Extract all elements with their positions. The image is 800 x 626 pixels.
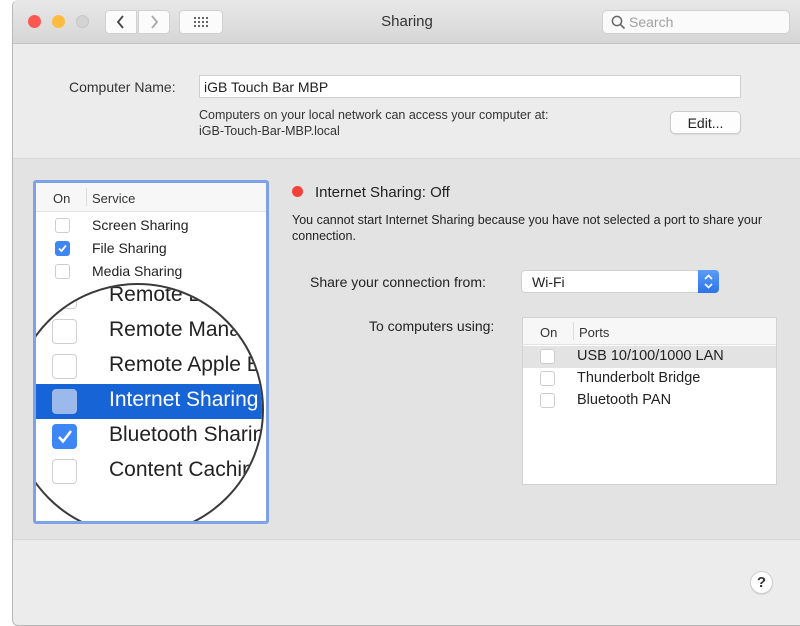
status-indicator-icon (292, 186, 303, 197)
service-checkbox[interactable] (55, 218, 70, 233)
computer-name-label: Computer Name: (69, 79, 176, 95)
service-row-media-sharing[interactable]: Media Sharing (36, 260, 266, 283)
column-header-on[interactable]: On (53, 191, 70, 206)
service-checkbox-checked[interactable] (52, 424, 77, 449)
service-row-remote-management[interactable]: Remote Management (36, 314, 264, 349)
sharing-window: Sharing Computer Name: Computers on your… (12, 0, 800, 626)
column-header-service[interactable]: Service (92, 191, 135, 206)
service-checkbox[interactable] (52, 459, 77, 484)
local-address-description: Computers on your local network can acce… (199, 107, 548, 139)
column-header-on[interactable]: On (540, 325, 557, 340)
service-label: Remote Apple Events (109, 353, 262, 376)
service-checkbox[interactable] (52, 319, 77, 344)
share-from-select[interactable]: Wi-Fi (521, 270, 719, 293)
service-checkbox-checked[interactable] (55, 241, 70, 256)
port-checkbox[interactable] (540, 393, 555, 408)
edit-button[interactable]: Edit... (670, 111, 741, 134)
search-field[interactable] (602, 10, 790, 34)
search-input[interactable] (629, 13, 779, 31)
service-checkbox[interactable] (52, 285, 77, 309)
port-label: USB 10/100/1000 LAN (577, 348, 724, 364)
port-row-bluetooth-pan[interactable]: Bluetooth PAN (523, 390, 776, 412)
service-label: Internet Sharing (109, 388, 259, 411)
service-checkbox[interactable] (55, 264, 70, 279)
service-row-remote-login[interactable]: Remote Login (36, 283, 262, 314)
help-button[interactable]: ? (750, 571, 773, 594)
port-checkbox[interactable] (540, 371, 555, 386)
checkmark-icon (58, 244, 67, 253)
magnifier-overlay: Remote Login Remote Management Remote Ap… (36, 283, 264, 521)
service-row-bluetooth-sharing[interactable]: Bluetooth Sharing (36, 419, 264, 454)
port-label: Bluetooth PAN (577, 392, 672, 408)
service-row-remote-apple-events[interactable]: Remote Apple Events (36, 349, 262, 384)
service-label: Content Caching (109, 458, 264, 481)
status-description: You cannot start Internet Sharing becaus… (292, 213, 762, 243)
to-computers-label: To computers using: (369, 318, 495, 334)
search-icon (611, 15, 626, 30)
column-header-ports[interactable]: Ports (579, 325, 609, 340)
checkmark-icon (58, 430, 73, 444)
port-checkbox[interactable] (540, 349, 555, 364)
service-label: Media Sharing (92, 263, 183, 279)
service-label: File Sharing (92, 240, 167, 256)
service-label: Remote Login (109, 283, 240, 306)
service-checkbox[interactable] (52, 389, 77, 414)
up-down-chevron-icon (704, 274, 713, 289)
service-label: Screen Sharing (92, 217, 189, 233)
title-bar: Sharing (13, 0, 800, 44)
port-row-thunderbolt-bridge[interactable]: Thunderbolt Bridge (523, 368, 776, 390)
service-label: Bluetooth Sharing (109, 423, 264, 446)
service-label: Remote Management (109, 318, 264, 341)
service-status: Internet Sharing: Off (315, 184, 450, 201)
port-label: Thunderbolt Bridge (577, 370, 701, 386)
local-address-text: Computers on your local network can acce… (199, 108, 549, 122)
share-from-value: Wi-Fi (532, 274, 565, 290)
ports-list[interactable]: On Ports USB 10/100/1000 LAN Thunderbolt… (522, 317, 777, 485)
service-checkbox[interactable] (52, 354, 77, 379)
ports-list-header: On Ports (523, 318, 776, 345)
column-divider (86, 188, 87, 206)
select-stepper[interactable] (698, 270, 719, 293)
computer-name-input[interactable] (199, 75, 741, 98)
service-list-header: On Service (36, 183, 266, 212)
column-divider (573, 322, 574, 340)
service-list[interactable]: On Service Screen Sharing File Sharing M… (33, 180, 269, 524)
service-row-file-sharing[interactable]: File Sharing (36, 237, 266, 260)
share-from-label: Share your connection from: (310, 274, 486, 290)
service-row-internet-sharing[interactable]: Internet Sharing (36, 384, 262, 419)
port-row-usb-lan[interactable]: USB 10/100/1000 LAN (523, 346, 776, 368)
local-hostname: iGB-Touch-Bar-MBP.local (199, 124, 340, 138)
service-row-screen-sharing[interactable]: Screen Sharing (36, 214, 266, 237)
service-row-content-caching[interactable]: Content Caching (36, 454, 264, 489)
